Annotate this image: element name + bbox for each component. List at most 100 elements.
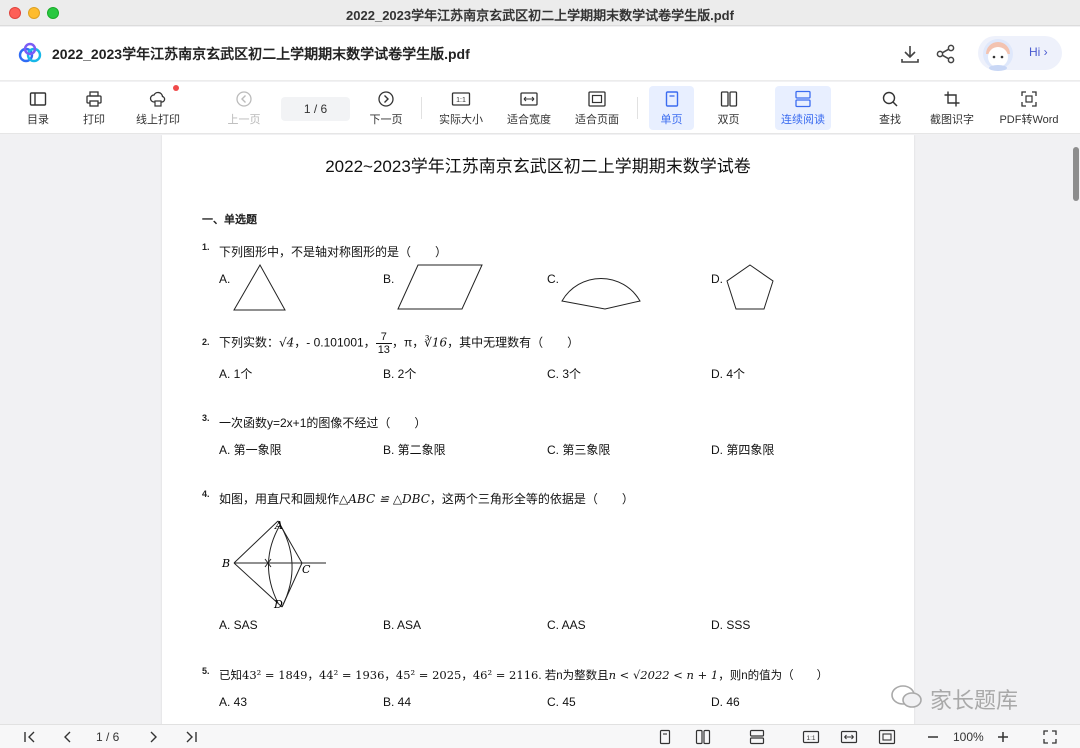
download-icon[interactable] [898, 42, 922, 66]
question-text-part: ，- 0.101001， [294, 335, 376, 350]
fraction-numerator: 7 [375, 331, 392, 344]
fit-width-button[interactable]: 适合宽度 [502, 86, 556, 130]
option-b: B. 第二象限 [383, 443, 446, 457]
next-page-button[interactable]: 下一页 [364, 86, 408, 130]
double-page-button[interactable]: 双页 [706, 86, 751, 130]
pdf-to-word-label: PDF转Word [999, 114, 1059, 126]
svg-text:C: C [302, 563, 311, 576]
fit-page-icon[interactable] [878, 729, 896, 745]
option-b: B. 2个 [383, 367, 417, 381]
double-page-icon[interactable] [695, 729, 711, 745]
window-title: 2022_2023学年江苏南京玄武区初二上学期期末数学试卷学生版.pdf [346, 8, 734, 23]
print-button[interactable]: 打印 [74, 86, 114, 130]
pdf-to-word-button[interactable]: PDF转Word [996, 86, 1062, 130]
question-number: 1. [202, 242, 210, 252]
zoom-in-icon[interactable] [995, 729, 1011, 745]
option-c: C. 第三象限 [547, 443, 611, 457]
actual-size-icon[interactable]: 1:1 [802, 729, 820, 745]
question-text-part: 已知 [219, 670, 242, 682]
math-congruence: △ABC ≌ △DBC [339, 492, 430, 506]
fit-page-label: 适合页面 [575, 114, 619, 126]
watermark-text: 家长题库 [930, 688, 1019, 713]
toc-label: 目录 [27, 114, 49, 126]
online-print-label: 线上打印 [136, 114, 180, 126]
question-number: 3. [202, 413, 210, 423]
next-page-icon[interactable] [145, 729, 161, 745]
assistant-button[interactable]: Hi › [978, 36, 1062, 71]
screenshot-ocr-label: 截图识字 [930, 114, 974, 126]
question-text-part: ，这两个三角形全等的依据是（ ） [429, 492, 634, 506]
toc-button[interactable]: 目录 [18, 86, 58, 130]
status-page-indicator[interactable]: 1 / 6 [96, 730, 119, 744]
fit-width-icon[interactable] [840, 729, 858, 745]
math-cbrt16: ∛16 [424, 335, 448, 350]
convert-icon [1021, 91, 1037, 107]
assistant-avatar-icon [983, 39, 1013, 71]
question-text: 下列实数：√4，- 0.101001， 7 13 ，π，∛16，其中无理数有（ ） [219, 331, 579, 356]
print-label: 打印 [83, 114, 105, 126]
app-logo-icon [18, 42, 42, 63]
math-equations: 43² = 1849，44² = 1936，45² = 2025，46² = 2… [242, 668, 539, 682]
question-text: 一次函数y=2x+1的图像不经过（ ） [219, 416, 427, 430]
option-c: C. [547, 272, 559, 286]
online-print-button[interactable]: 线上打印 [130, 86, 186, 130]
svg-text:1:1: 1:1 [456, 97, 466, 104]
exam-title: 2022~2023学年江苏南京玄武区初二上学期期末数学试卷 [325, 157, 751, 176]
actual-size-icon: 1:1 [451, 92, 471, 106]
double-page-icon [720, 91, 737, 107]
prev-page-label: 上一页 [227, 114, 261, 126]
sector-figure [561, 278, 641, 310]
search-label: 查找 [879, 114, 901, 126]
option-c: C. 45 [547, 695, 576, 709]
crop-icon [944, 91, 960, 107]
vertical-scrollbar[interactable] [1073, 147, 1079, 201]
screenshot-ocr-button[interactable]: 截图识字 [926, 86, 978, 130]
svg-text:1:1: 1:1 [806, 735, 815, 742]
share-icon[interactable] [934, 42, 958, 66]
chevron-right-circle-icon [378, 91, 394, 107]
actual-size-button[interactable]: 1:1 实际大小 [434, 86, 488, 130]
prev-page-icon[interactable] [60, 729, 76, 745]
fraction-denominator: 13 [377, 344, 390, 356]
fit-page-button[interactable]: 适合页面 [570, 86, 624, 130]
section-heading: 一、单选题 [202, 214, 257, 226]
option-d: D. 4个 [711, 367, 746, 381]
page-number-input[interactable]: 1 / 6 [281, 97, 350, 121]
last-page-icon[interactable] [183, 729, 199, 745]
next-page-label: 下一页 [369, 114, 403, 126]
question-number: 5. [202, 666, 210, 676]
question-text-part: 如图，用直尺和圆规作 [219, 492, 340, 506]
document-viewport[interactable]: 2022~2023学年江苏南京玄武区初二上学期期末数学试卷 一、单选题 1. 下… [0, 135, 1080, 724]
single-page-icon [665, 91, 678, 107]
option-a: A. SAS [219, 618, 258, 632]
question-text: 如图，用直尺和圆规作△ABC ≌ △DBC，这两个三角形全等的依据是（ ） [219, 490, 634, 507]
search-button[interactable]: 查找 [868, 86, 912, 130]
app-header: 2022_2023学年江苏南京玄武区初二上学期期末数学试卷学生版.pdf Hi … [0, 27, 1080, 81]
prev-page-button[interactable]: 上一页 [222, 86, 266, 130]
toolbar: 目录 打印 线上打印 上一页 1 / 6 下一页 1:1 实际大小 适合宽度 适… [0, 82, 1080, 134]
triangle-figure [233, 263, 286, 311]
question-text-part: ，则n的值为（ ） [718, 670, 829, 682]
single-page-button[interactable]: 单页 [649, 86, 694, 130]
pentagon-figure [726, 264, 774, 310]
zoom-level[interactable]: 100% [953, 730, 984, 744]
option-a: A. [219, 272, 231, 286]
svg-text:D: D [273, 598, 283, 611]
question-text: 已知43² = 1849，44² = 1936，45² = 2025，46² =… [219, 667, 828, 683]
notification-badge [173, 85, 179, 91]
compass-construction-figure: A B C D [221, 519, 326, 611]
option-c: C. 3个 [547, 367, 582, 381]
continuous-reading-icon[interactable] [749, 729, 765, 745]
single-page-icon[interactable] [657, 729, 673, 745]
option-d: D. 46 [711, 695, 740, 709]
option-d: D. SSS [711, 618, 751, 632]
toolbar-divider [637, 97, 638, 119]
assistant-greeting: Hi › [1029, 45, 1048, 59]
continuous-reading-button[interactable]: 连续阅读 [775, 86, 831, 130]
first-page-icon[interactable] [22, 729, 38, 745]
svg-text:A: A [274, 519, 283, 532]
zoom-out-icon[interactable] [925, 729, 941, 745]
cloud-print-icon [149, 91, 166, 107]
continuous-reading-label: 连续阅读 [781, 114, 825, 126]
fullscreen-icon[interactable] [1042, 729, 1058, 745]
